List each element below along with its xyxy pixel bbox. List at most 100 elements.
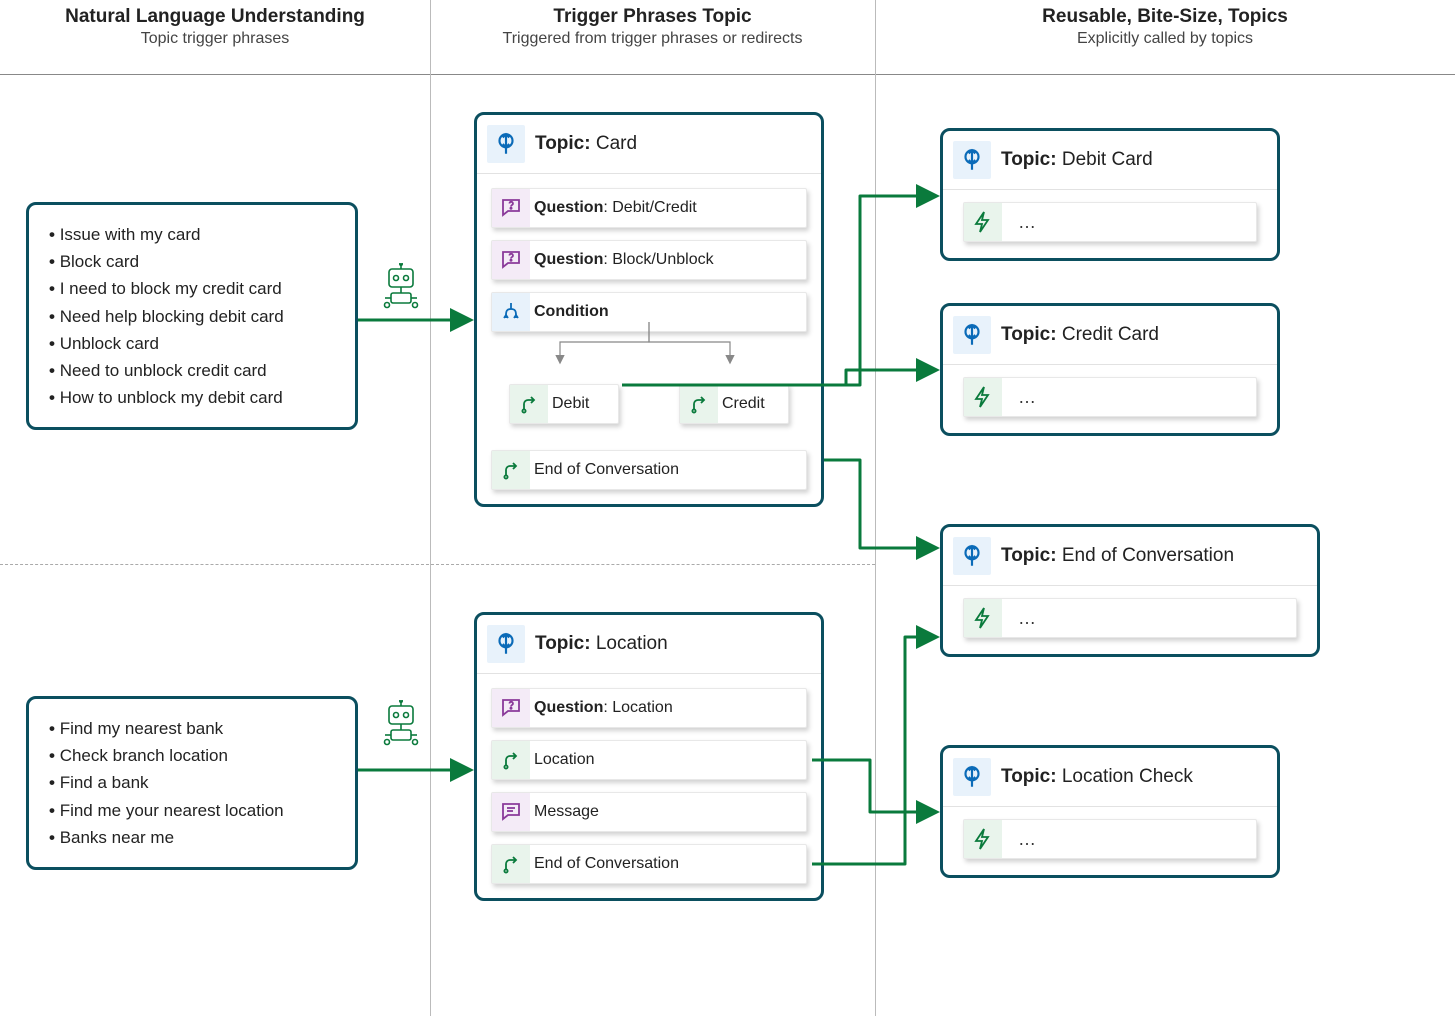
column-subtitle: Triggered from trigger phrases or redire… — [430, 30, 875, 48]
header-divider — [0, 74, 1455, 75]
trigger-phrase: I need to block my credit card — [49, 275, 335, 302]
topic-card: Topic: Card Question: Debit/Credit Quest… — [474, 112, 824, 507]
trigger-phrase: Check branch location — [49, 742, 335, 769]
trigger-phrase: Need help blocking debit card — [49, 303, 335, 330]
reusable-topic-location-check: Topic: Location Check … — [940, 745, 1280, 878]
trigger-phrase: Need to unblock credit card — [49, 357, 335, 384]
redirect-icon — [492, 741, 530, 779]
action-icon — [964, 820, 1002, 858]
redirect-icon — [492, 845, 530, 883]
column-divider-1 — [430, 0, 431, 1016]
bot-icon — [378, 700, 424, 746]
trigger-phrase: Block card — [49, 248, 335, 275]
topic-card-header: Topic: Location — [477, 615, 821, 674]
reusable-topic-debit: Topic: Debit Card … — [940, 128, 1280, 261]
trigger-phrase: Find me your nearest location — [49, 797, 335, 824]
trigger-phrases-card: Issue with my card Block card I need to … — [26, 202, 358, 430]
node-label: Question: Debit/Credit — [530, 193, 806, 223]
ellipsis: … — [1002, 212, 1256, 233]
column-subtitle: Topic trigger phrases — [0, 30, 430, 48]
trigger-phrases-location: Find my nearest bank Check branch locati… — [26, 696, 358, 870]
row-divider — [0, 564, 875, 565]
reusable-topic-eoc: Topic: End of Conversation … — [940, 524, 1320, 657]
column-title: Trigger Phrases Topic — [430, 6, 875, 28]
question-node: Question: Location — [491, 688, 807, 728]
topic-title: Topic: Location — [535, 633, 668, 655]
topic-card-header: Topic: Credit Card — [943, 306, 1277, 365]
trigger-phrase: Find my nearest bank — [49, 715, 335, 742]
column-subtitle: Explicitly called by topics — [875, 30, 1455, 48]
message-icon — [492, 793, 530, 831]
ellipsis: … — [1002, 387, 1256, 408]
topic-title: Topic: Credit Card — [1001, 324, 1159, 346]
branch-label: Debit — [548, 389, 618, 419]
placeholder-node: … — [963, 598, 1297, 638]
message-node: Message — [491, 792, 807, 832]
topic-title: Topic: Debit Card — [1001, 149, 1153, 171]
node-label: Question: Location — [530, 693, 806, 723]
trigger-phrase: Issue with my card — [49, 221, 335, 248]
column-divider-2 — [875, 0, 876, 1016]
topic-card-body: Question: Debit/Credit Question: Block/U… — [477, 174, 821, 504]
placeholder-node: … — [963, 202, 1257, 242]
condition-node: Condition — [491, 292, 807, 332]
ellipsis: … — [1002, 829, 1256, 850]
ellipsis: … — [1002, 608, 1296, 629]
placeholder-node: … — [963, 377, 1257, 417]
branch-node-credit: Credit — [679, 384, 789, 424]
redirect-node: Location — [491, 740, 807, 780]
trigger-phrases-list: Issue with my card Block card I need to … — [49, 221, 335, 411]
action-icon — [964, 203, 1002, 241]
node-label: Message — [530, 797, 806, 827]
redirect-icon — [510, 385, 548, 423]
topic-title: Topic: End of Conversation — [1001, 545, 1234, 567]
node-label: Condition — [530, 297, 806, 327]
column-title: Natural Language Understanding — [0, 6, 430, 28]
redirect-icon — [492, 451, 530, 489]
question-icon — [492, 189, 530, 227]
action-icon — [964, 378, 1002, 416]
bot-icon — [378, 263, 424, 309]
reusable-topic-credit: Topic: Credit Card … — [940, 303, 1280, 436]
topic-card-header: Topic: Debit Card — [943, 131, 1277, 190]
column-title: Reusable, Bite-Size, Topics — [875, 6, 1455, 28]
trigger-phrases-list: Find my nearest bank Check branch locati… — [49, 715, 335, 851]
question-node: Question: Block/Unblock — [491, 240, 807, 280]
node-label: Question: Block/Unblock — [530, 245, 806, 275]
topic-title: Topic: Card — [535, 133, 637, 155]
node-label: Location — [530, 745, 806, 775]
node-label: End of Conversation — [530, 849, 806, 879]
trigger-phrase: Unblock card — [49, 330, 335, 357]
column-header-reusable: Reusable, Bite-Size, Topics Explicitly c… — [875, 6, 1455, 48]
topic-icon — [487, 625, 525, 663]
column-header-trigger: Trigger Phrases Topic Triggered from tri… — [430, 6, 875, 48]
topic-icon — [953, 316, 991, 354]
branch-label: Credit — [718, 389, 788, 419]
topic-icon — [953, 758, 991, 796]
topic-title: Topic: Location Check — [1001, 766, 1193, 788]
question-node: Question: Debit/Credit — [491, 188, 807, 228]
branch-row: Debit Credit — [491, 384, 807, 424]
trigger-phrase: How to unblock my debit card — [49, 384, 335, 411]
placeholder-node: … — [963, 819, 1257, 859]
node-label: End of Conversation — [530, 455, 806, 485]
question-icon — [492, 241, 530, 279]
topic-card-header: Topic: Location Check — [943, 748, 1277, 807]
topic-icon — [487, 125, 525, 163]
topic-location: Topic: Location Question: Location Locat… — [474, 612, 824, 901]
topic-icon — [953, 537, 991, 575]
condition-icon — [492, 293, 530, 331]
topic-card-body: Question: Location Location Message End … — [477, 674, 821, 898]
topic-icon — [953, 141, 991, 179]
column-header-nlu: Natural Language Understanding Topic tri… — [0, 6, 430, 48]
end-node: End of Conversation — [491, 450, 807, 490]
topic-card-header: Topic: Card — [477, 115, 821, 174]
question-icon — [492, 689, 530, 727]
topic-card-header: Topic: End of Conversation — [943, 527, 1317, 586]
trigger-phrase: Banks near me — [49, 824, 335, 851]
redirect-icon — [680, 385, 718, 423]
end-node: End of Conversation — [491, 844, 807, 884]
branch-node-debit: Debit — [509, 384, 619, 424]
action-icon — [964, 599, 1002, 637]
trigger-phrase: Find a bank — [49, 769, 335, 796]
